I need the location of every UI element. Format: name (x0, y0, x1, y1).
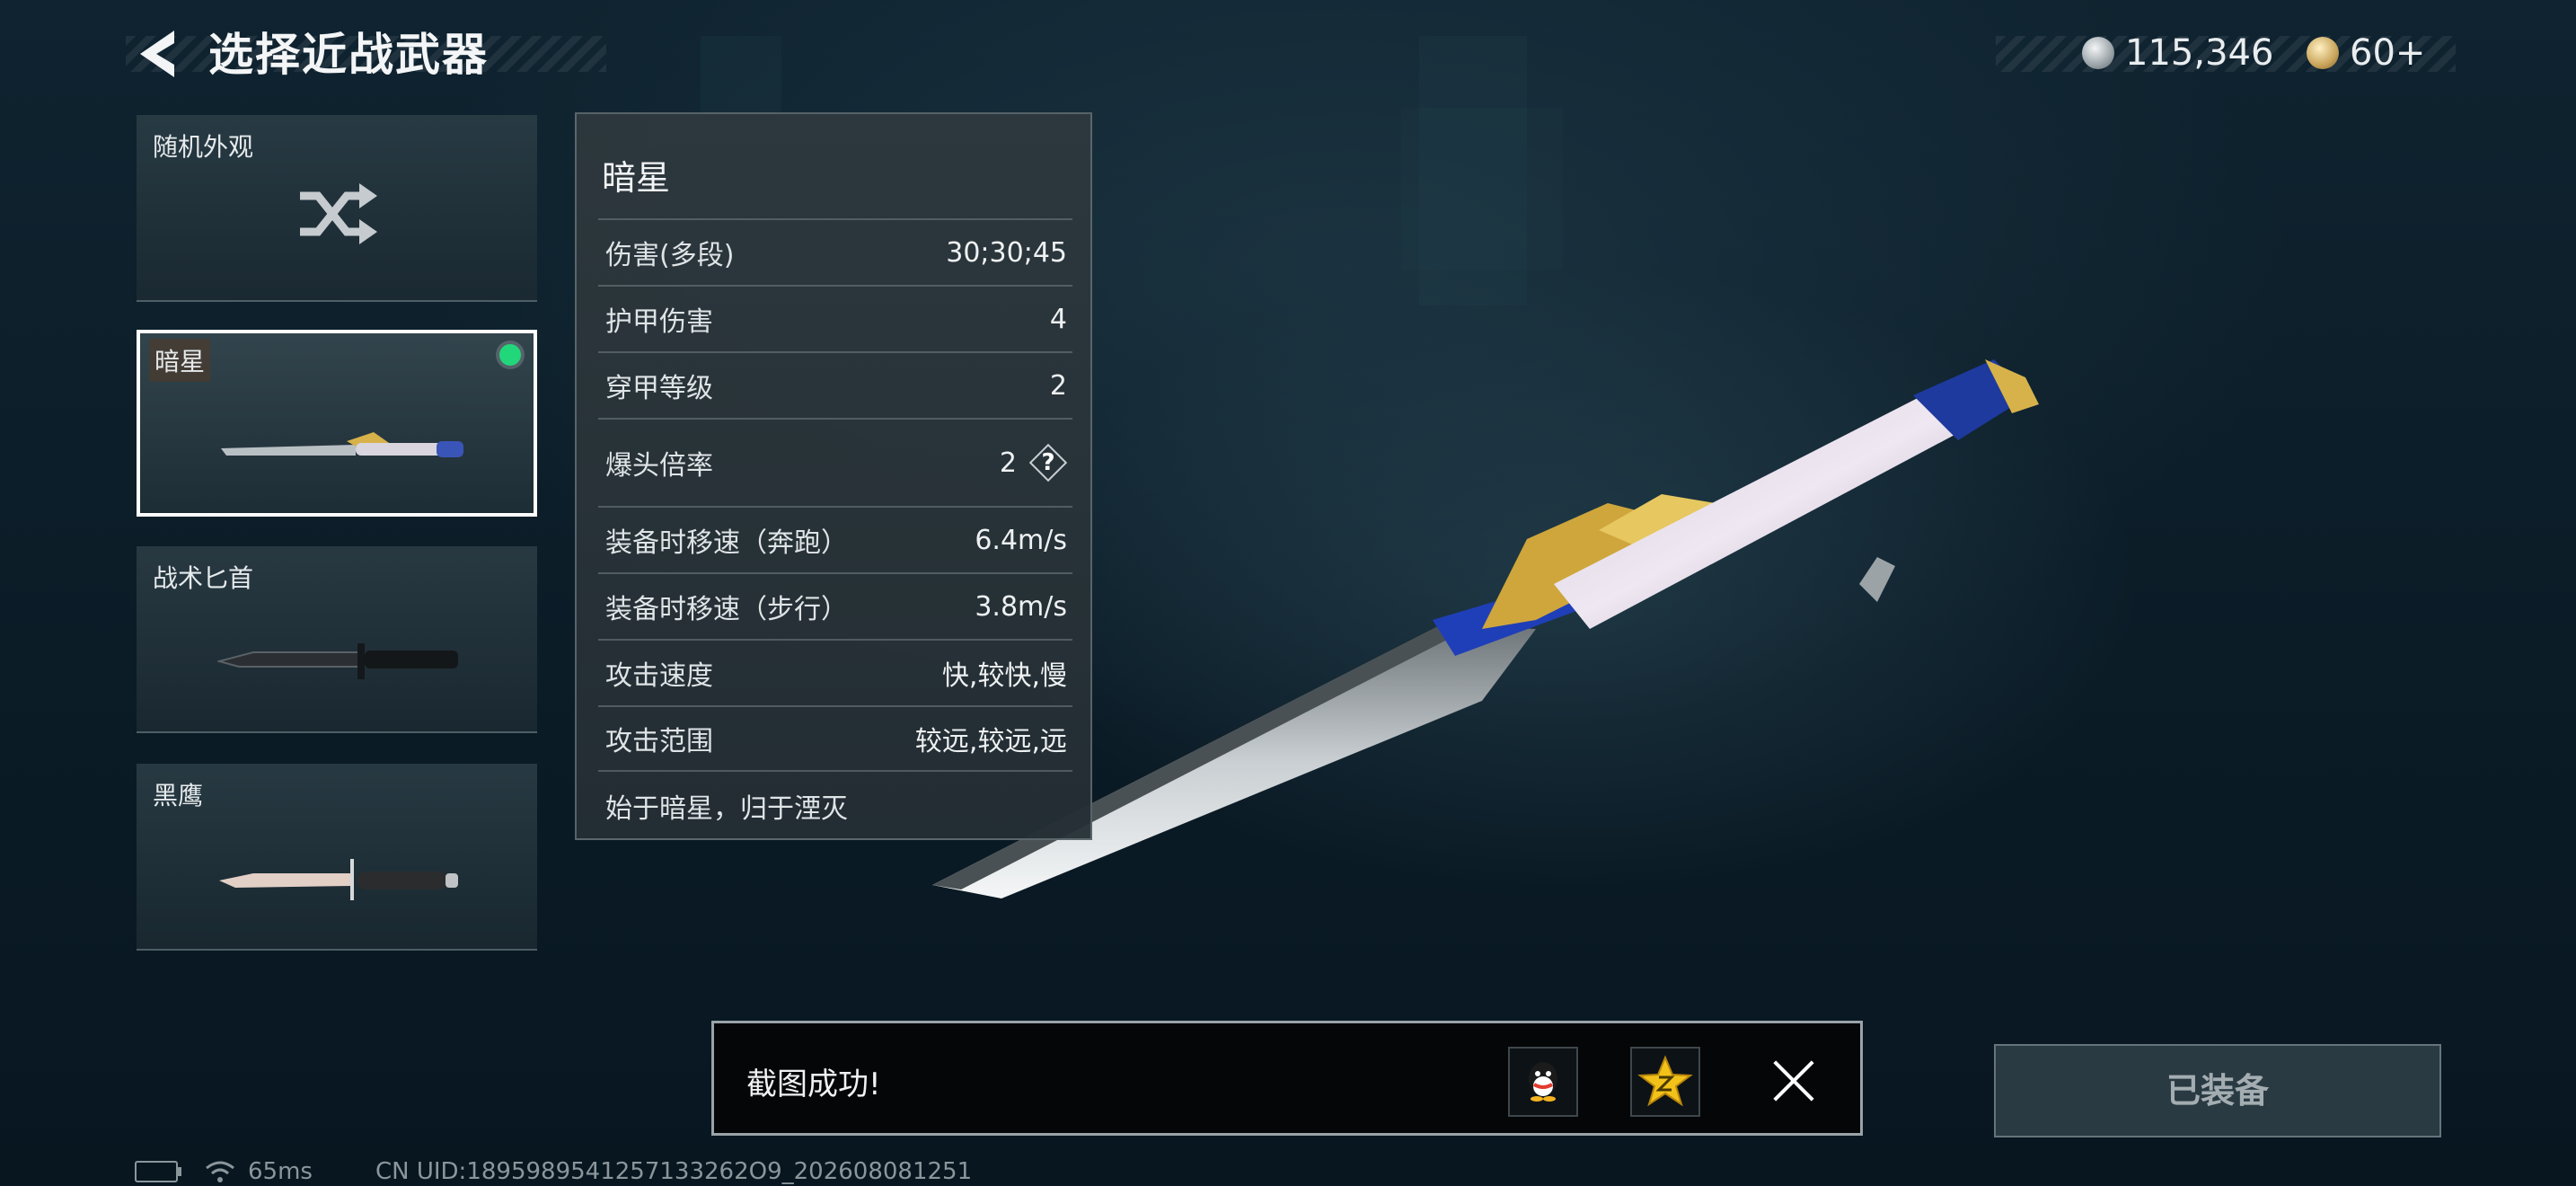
stat-value: 2 (999, 447, 1017, 479)
stat-row-armor-damage: 护甲伤害 4 (598, 285, 1072, 351)
currency-silver-value: 115,346 (2125, 32, 2274, 74)
stat-label: 攻击范围 (605, 726, 713, 757)
help-icon[interactable]: ? (1029, 444, 1067, 482)
player-uid: CN UID:1895989541257133262O9_20260808125… (375, 1158, 973, 1185)
page-title: 选择近战武器 (208, 29, 489, 81)
weapon-flavor-text: 始于暗星，归于湮灭 (605, 793, 848, 825)
gold-coin-icon (2307, 37, 2339, 69)
qzone-icon (1637, 1055, 1693, 1107)
stat-row-walk-speed: 装备时移速（步行） 3.8m/s (598, 572, 1072, 639)
stat-label: 装备时移速（步行） (605, 594, 848, 625)
currency-gold: 60+ (2307, 29, 2425, 77)
stat-value: 快,较快,慢 (941, 660, 1067, 692)
stat-row-damage: 伤害(多段) 30;30;45 (598, 218, 1072, 285)
stat-value: 较远,较远,远 (914, 726, 1067, 757)
black-hawk-knife-thumbnail (219, 859, 458, 900)
stat-row-run-speed: 装备时移速（奔跑） 6.4m/s (598, 506, 1072, 572)
equipped-indicator-icon (499, 344, 521, 366)
stat-value: 4 (1049, 303, 1067, 335)
stat-row-attack-range: 攻击范围 较远,较远,远 (598, 705, 1072, 772)
weapon-stats-panel: 暗星 伤害(多段) 30;30;45 护甲伤害 4 穿甲等级 2 爆头倍率 2 … (575, 112, 1092, 840)
back-button[interactable] (133, 27, 183, 81)
stat-label: 穿甲等级 (605, 373, 713, 404)
screenshot-toast: 截图成功! (711, 1021, 1863, 1136)
back-arrow-icon (140, 31, 174, 77)
stat-label: 攻击速度 (605, 660, 713, 692)
weapon-card-anxing[interactable]: 暗星 (137, 330, 537, 517)
qq-icon (1529, 1062, 1557, 1102)
anxing-knife-render (932, 359, 2039, 898)
weapon-card-label: 黑鹰 (153, 781, 204, 810)
currency-silver: 115,346 (2082, 29, 2273, 77)
stat-row-armor-pierce: 穿甲等级 2 (598, 351, 1072, 418)
silver-coin-icon (2082, 37, 2114, 69)
stat-label: 伤害(多段) (605, 240, 735, 271)
status-bar: 65ms CN UID:1895989541257133262O9_202608… (135, 1157, 972, 1186)
stat-row-headshot-multiplier: 爆头倍率 2 ? (598, 418, 1072, 506)
stats-title: 暗星 (602, 158, 671, 198)
weapon-card-black-hawk[interactable]: 黑鹰 (137, 764, 537, 951)
stat-value: 30;30;45 (946, 236, 1067, 269)
close-toast-button[interactable] (1770, 1058, 1817, 1104)
shuffle-icon (300, 183, 377, 244)
toast-message: 截图成功! (746, 1067, 881, 1102)
weapon-card-tactical-dagger[interactable]: 战术匕首 (137, 546, 537, 733)
stat-label: 装备时移速（奔跑） (605, 527, 848, 559)
stat-row-attack-speed: 攻击速度 快,较快,慢 (598, 639, 1072, 705)
weapon-card-label: 随机外观 (153, 132, 254, 162)
wifi-icon (206, 1161, 234, 1182)
currency-gold-value: 60+ (2350, 32, 2426, 74)
battery-icon (135, 1161, 181, 1182)
weapon-card-label: 战术匕首 (153, 563, 254, 593)
share-qzone-button[interactable] (1630, 1047, 1700, 1117)
stat-label: 爆头倍率 (605, 450, 713, 482)
stat-value: 6.4m/s (975, 524, 1067, 556)
share-qq-button[interactable] (1508, 1047, 1578, 1117)
stat-value: 2 (1049, 369, 1067, 402)
stat-value: 3.8m/s (975, 590, 1067, 623)
anxing-knife-thumbnail (221, 432, 463, 457)
weapon-card-random[interactable]: 随机外观 (137, 115, 537, 302)
ping-value: 65ms (248, 1158, 313, 1185)
tactical-dagger-thumbnail (217, 643, 458, 679)
weapon-card-label: 暗星 (149, 339, 211, 382)
stat-label: 护甲伤害 (605, 306, 713, 338)
equipped-button[interactable]: 已装备 (1994, 1044, 2441, 1137)
